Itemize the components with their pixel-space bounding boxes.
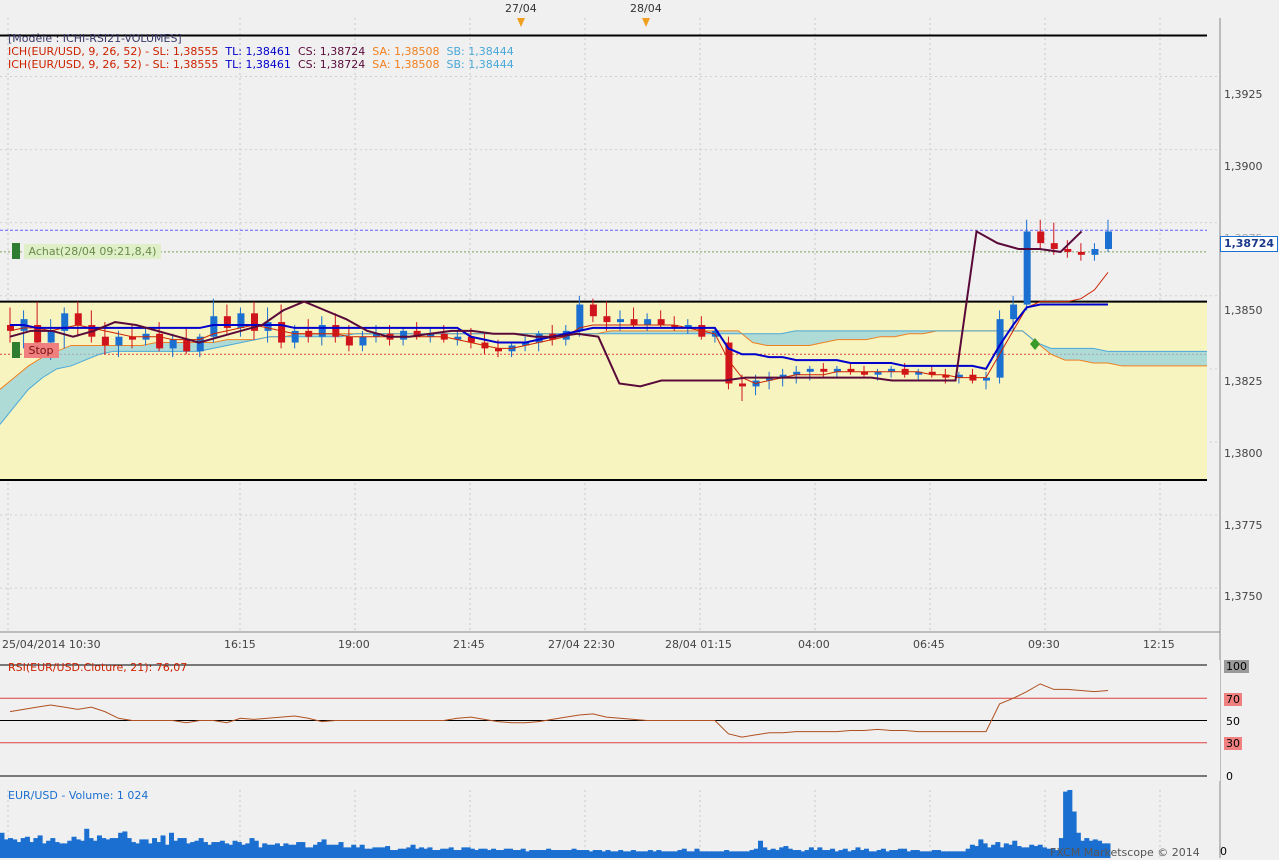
candle-body xyxy=(169,339,177,349)
ichimoku-legend-repeat: ICH(EUR/USD, 9, 26, 52) - SL: 1,38555 TL… xyxy=(8,58,514,71)
buy-order-marker[interactable]: Achat(28/04 09:21,8,4) xyxy=(12,243,162,259)
rsi-level-70: 70 xyxy=(1224,693,1242,706)
candle-body xyxy=(603,316,611,323)
legend-cs-2: CS: 1,38724 xyxy=(297,58,366,71)
legend-tl-2: TL: 1,38461 xyxy=(225,58,291,71)
x-tick-label: 21:45 xyxy=(453,638,485,651)
legend-sa-2: SA: 1,38508 xyxy=(372,58,440,71)
y-tick-label: 1,3900 xyxy=(1224,160,1263,173)
candle-body xyxy=(74,313,82,325)
candle-body xyxy=(1037,231,1045,244)
candle-body xyxy=(820,368,828,372)
rsi-level-30: 30 xyxy=(1224,737,1242,750)
x-tick-label: 12:15 xyxy=(1143,638,1175,651)
candle-body xyxy=(739,383,746,387)
rsi-level-0: 0 xyxy=(1226,770,1233,783)
x-tick-label: 28/04 01:15 xyxy=(665,638,732,651)
legend-sl-2: SL: 1,38555 xyxy=(152,58,219,71)
y-tick-label: 1,3750 xyxy=(1224,590,1263,603)
x-tick-label: 25/04/2014 10:30 xyxy=(2,638,101,651)
buy-flag-icon xyxy=(12,243,20,259)
candle-body xyxy=(291,330,299,343)
candle-body xyxy=(1010,304,1018,320)
candle-body xyxy=(1077,251,1085,255)
candle-body xyxy=(332,325,340,337)
copyright: FXCM Marketscope © 2014 xyxy=(1050,846,1200,859)
rsi-level-100: 100 xyxy=(1224,660,1249,673)
candle-body xyxy=(156,333,164,349)
candle-body xyxy=(589,304,597,317)
candle-body xyxy=(1091,248,1099,255)
legend-sb: SB: 1,38444 xyxy=(446,45,514,58)
buy-order-label: Achat(28/04 09:21,8,4) xyxy=(23,243,162,259)
candle-body xyxy=(345,336,353,346)
candle-body xyxy=(223,316,231,328)
chart-window: [Modèle : ICHI-RSI21-VOLUMES] ICH(EUR/US… xyxy=(0,0,1279,860)
legend-sa: SA: 1,38508 xyxy=(372,45,440,58)
legend-sl: SL: 1,38555 xyxy=(152,45,219,58)
volume-axis-zero: 0 xyxy=(1220,845,1227,858)
stop-flag-icon xyxy=(12,342,20,358)
candle-body xyxy=(359,336,367,346)
x-tick-label: 19:00 xyxy=(338,638,370,651)
candle-body xyxy=(183,339,191,352)
rsi-title: RSI(EUR/USD.Cloture, 21): 76,07 xyxy=(8,661,188,674)
ichimoku-legend-prefix-2: ICH(EUR/USD, 9, 26, 52) - xyxy=(8,58,150,71)
candle-body xyxy=(400,330,408,340)
candle-body xyxy=(630,319,638,325)
y-tick-label: 1,3775 xyxy=(1224,519,1263,532)
candle-body xyxy=(806,368,814,372)
candle-body xyxy=(47,330,55,343)
rsi-level-50: 50 xyxy=(1226,715,1240,728)
y-tick-label: 1,3800 xyxy=(1224,447,1263,460)
y-tick-label: 1,3825 xyxy=(1224,375,1263,388)
candle-body xyxy=(318,325,326,337)
x-tick-label: 06:45 xyxy=(913,638,945,651)
candle-body xyxy=(1105,231,1112,249)
volume-title: EUR/USD - Volume: 1 024 xyxy=(8,789,149,802)
x-tick-label: 16:15 xyxy=(224,638,256,651)
current-price-tag: 1,38724 xyxy=(1220,236,1278,252)
candle-body xyxy=(101,336,109,346)
ichimoku-legend: ICH(EUR/USD, 9, 26, 52) - SL: 1,38555 TL… xyxy=(8,45,514,58)
y-tick-label: 1,3925 xyxy=(1224,88,1263,101)
y-tick-label: 1,3850 xyxy=(1224,304,1263,317)
legend-sb-2: SB: 1,38444 xyxy=(446,58,514,71)
x-tick-label: 04:00 xyxy=(798,638,830,651)
legend-cs: CS: 1,38724 xyxy=(297,45,366,58)
candle-body xyxy=(1050,243,1058,249)
axis-bg xyxy=(1220,0,1279,860)
candle-body xyxy=(1023,231,1031,305)
stop-order-label: Stop xyxy=(23,342,59,358)
candle-body xyxy=(115,336,123,346)
x-tick-label: 09:30 xyxy=(1028,638,1060,651)
date-marker-27-04: 27/04 xyxy=(505,2,537,15)
candle-body xyxy=(644,319,652,325)
chart-canvas[interactable] xyxy=(0,0,1279,860)
model-label: [Modèle : ICHI-RSI21-VOLUMES] xyxy=(8,32,182,45)
stop-order-marker[interactable]: Stop xyxy=(12,342,59,358)
candle-body xyxy=(657,319,665,325)
date-marker-28-04: 28/04 xyxy=(630,2,662,15)
ichimoku-legend-prefix: ICH(EUR/USD, 9, 26, 52) - xyxy=(8,45,150,58)
candle-body xyxy=(1064,248,1072,252)
legend-tl: TL: 1,38461 xyxy=(225,45,291,58)
candle-body xyxy=(617,319,624,323)
x-tick-label: 27/04 22:30 xyxy=(548,638,615,651)
